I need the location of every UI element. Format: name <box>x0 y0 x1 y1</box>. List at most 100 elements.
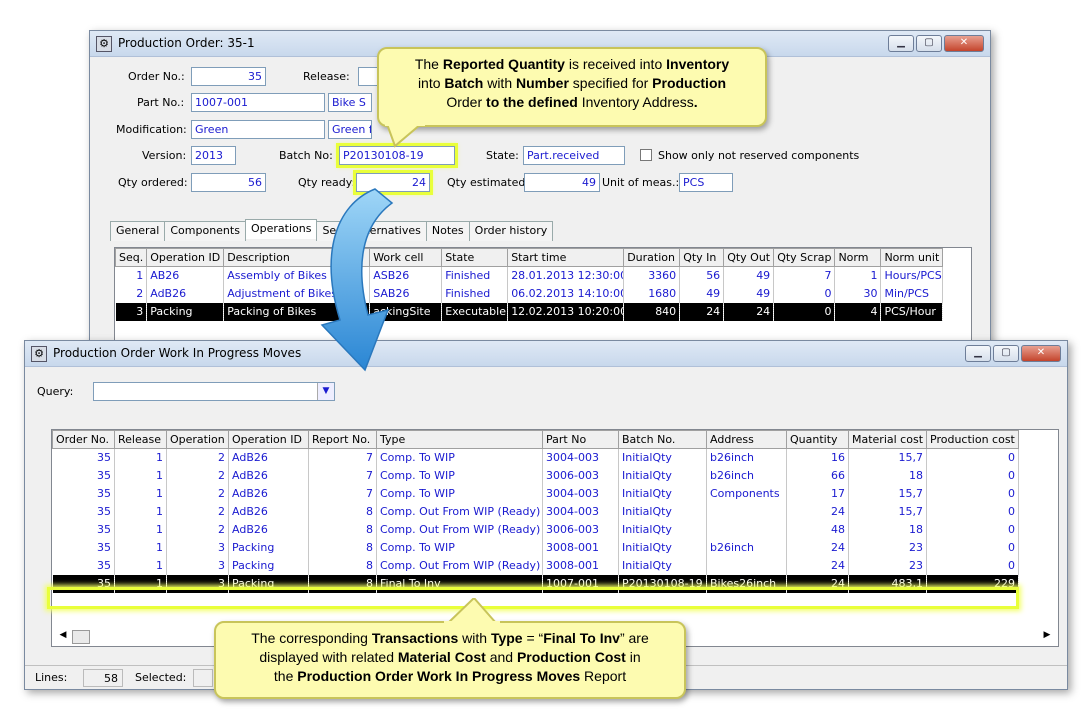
qty-estimated-field[interactable]: 49 <box>524 173 600 192</box>
wip-col-header[interactable]: Operation <box>166 430 229 449</box>
wip-cell: 3004-003 <box>542 502 619 521</box>
callout-text: Production <box>652 75 727 91</box>
wip-cell: 35 <box>52 520 115 539</box>
wip-cell: Bikes26inch <box>706 574 787 593</box>
wip-cell: AdB26 <box>228 466 309 485</box>
ops-cell: Finished <box>441 266 509 285</box>
wip-col-header[interactable]: Material cost <box>847 430 928 449</box>
wip-title-bar[interactable]: ⚙ Production Order Work In Progress Move… <box>25 341 1067 367</box>
qty-ordered-field[interactable]: 56 <box>191 173 266 192</box>
wip-cell: 16 <box>786 448 849 467</box>
wip-col-header[interactable]: Production cost <box>926 430 1020 449</box>
show-only-checkbox[interactable] <box>640 149 652 161</box>
wip-cell <box>706 502 787 521</box>
tab-components[interactable]: Components <box>164 221 246 241</box>
wip-cell: InitialQty <box>618 448 707 467</box>
version-label: Version: <box>142 149 187 162</box>
wip-row[interactable]: 35 1 2 AdB26 7 Comp. To WIP 3004-003 InitialQty… <box>52 484 1020 503</box>
callout-text: . <box>693 94 698 110</box>
arrow-icon <box>320 188 394 372</box>
order-no-field[interactable]: 35 <box>191 67 266 86</box>
unit-of-meas-field[interactable]: PCS <box>679 173 733 192</box>
wip-col-header[interactable]: Report No. <box>308 430 377 449</box>
ops-col-header[interactable]: Duration <box>623 248 681 267</box>
wip-col-header[interactable]: Order No. <box>52 430 115 449</box>
ops-col-header[interactable]: Operation ID <box>146 248 225 267</box>
modification-desc-field[interactable]: Green frame <box>328 120 372 139</box>
wip-cell: AdB26 <box>228 502 309 521</box>
version-field[interactable]: 2013 <box>191 146 236 165</box>
close-button[interactable]: ✕ <box>944 35 984 52</box>
maximize-button[interactable]: ▢ <box>916 35 942 52</box>
wip-col-header[interactable]: Address <box>706 430 787 449</box>
wip-cell: Comp. Out From WIP (Ready) <box>376 556 543 575</box>
wip-row[interactable]: 35 1 2 AdB26 7 Comp. To WIP 3004-003 InitialQty… <box>52 448 1020 467</box>
wip-col-header[interactable]: Batch No. <box>618 430 707 449</box>
wip-cell: 8 <box>308 520 377 539</box>
part-desc-field[interactable]: Bike S <box>328 93 372 112</box>
wip-col-header[interactable]: Type <box>376 430 543 449</box>
wip-cell: Packing <box>228 538 309 557</box>
wip-row[interactable]: 35 1 2 AdB26 8 Comp. Out From WIP (Ready) 3006… <box>52 520 1020 539</box>
wip-cell: Comp. Out From WIP (Ready) <box>376 520 543 539</box>
scroll-left-icon[interactable]: ◀ <box>56 630 70 644</box>
wip-close-button[interactable]: ✕ <box>1021 345 1061 362</box>
scroll-right-icon[interactable]: ▶ <box>1040 630 1054 644</box>
wip-grid[interactable]: Order No. Release Operation Operation ID Rep… <box>51 429 1059 647</box>
ops-row[interactable]: 1 AB26 Assembly of Bikes 2 ASB26 Finished 28.… <box>115 266 944 285</box>
ops-row[interactable]: 3 Packing Packing of Bikes ackingSite Execut… <box>115 302 944 321</box>
ops-cell: 06.02.2013 14:10:00 <box>507 284 625 303</box>
wip-minimize-button[interactable]: ▁ <box>965 345 991 362</box>
ops-col-header[interactable]: Qty Scrap <box>773 248 836 267</box>
wip-cell: 2 <box>166 466 229 485</box>
callout-text: Transactions <box>371 630 459 646</box>
tab-notes[interactable]: Notes <box>425 221 470 241</box>
wip-maximize-button[interactable]: ▢ <box>993 345 1019 362</box>
callout-text: and <box>485 649 517 665</box>
query-select[interactable]: ▼ <box>93 382 335 401</box>
wip-row[interactable]: 35 1 3 Packing 8 Comp. Out From WIP (Ready) 30… <box>52 556 1020 575</box>
wip-col-header[interactable]: Part No <box>542 430 619 449</box>
ops-col-header[interactable]: Seq. <box>115 248 148 267</box>
wip-row[interactable]: 35 1 2 AdB26 8 Comp. Out From WIP (Ready) 3004… <box>52 502 1020 521</box>
state-field[interactable]: Part.received <box>523 146 625 165</box>
ops-col-header[interactable]: Qty In <box>679 248 725 267</box>
wip-cell: 1 <box>114 466 167 485</box>
qty-estimated-label: Qty estimated: <box>447 176 530 189</box>
wip-cell: 7 <box>308 466 377 485</box>
minimize-button[interactable]: ▁ <box>888 35 914 52</box>
ops-col-header[interactable]: Qty Out <box>723 248 775 267</box>
wip-cell: 7 <box>308 484 377 503</box>
ops-row[interactable]: 2 AdB26 Adjustment of Bikes SAB26 Finished 06… <box>115 284 944 303</box>
ops-col-header[interactable]: Start time <box>507 248 625 267</box>
wip-cell: Comp. To WIP <box>376 466 543 485</box>
ops-cell: Executable <box>441 302 509 321</box>
modification-field[interactable]: Green <box>191 120 325 139</box>
callout-text: Number <box>516 75 569 91</box>
wip-window-title: Production Order Work In Progress Moves <box>53 346 302 360</box>
wip-cell: 3 <box>166 556 229 575</box>
wip-cell: 2 <box>166 520 229 539</box>
wip-cell: 35 <box>52 466 115 485</box>
wip-cell: AdB26 <box>228 484 309 503</box>
wip-cell: 3004-003 <box>542 484 619 503</box>
wip-col-header[interactable]: Quantity <box>786 430 849 449</box>
wip-cell: Components <box>706 484 787 503</box>
part-no-field[interactable]: 1007-001 <box>191 93 325 112</box>
ops-cell: 30 <box>834 284 882 303</box>
wip-row[interactable]: 35 1 3 Packing 8 Comp. To WIP 3008-001 InitialQ… <box>52 538 1020 557</box>
wip-row[interactable]: 35 1 2 AdB26 7 Comp. To WIP 3006-003 InitialQty… <box>52 466 1020 485</box>
tab-order-history[interactable]: Order history <box>468 221 554 241</box>
ops-cell: 2 <box>115 284 148 303</box>
chevron-down-icon[interactable]: ▼ <box>317 383 334 400</box>
wip-col-header[interactable]: Release <box>114 430 167 449</box>
wip-cell: 66 <box>786 466 849 485</box>
ops-col-header[interactable]: Norm <box>834 248 882 267</box>
horizontal-scrollbar-thumb[interactable] <box>72 630 90 644</box>
wip-row[interactable]: 35 1 3 Packing 8 Final To Inv 1007-001 P2013010… <box>52 574 1020 593</box>
ops-col-header[interactable]: Norm unit <box>880 248 944 267</box>
ops-col-header[interactable]: State <box>441 248 509 267</box>
wip-col-header[interactable]: Operation ID <box>228 430 309 449</box>
ops-cell: 1 <box>834 266 882 285</box>
tab-general[interactable]: General <box>110 221 166 241</box>
